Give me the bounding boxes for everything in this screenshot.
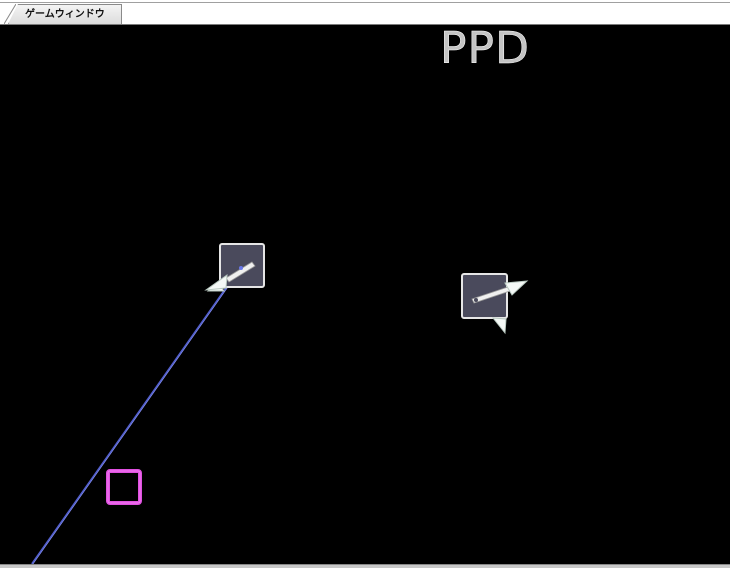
tab-bar: ゲームウィンドウ <box>0 0 730 25</box>
aim-beam <box>31 266 242 564</box>
game-window: ゲームウィンドウ PPD <box>0 0 730 568</box>
player-square <box>106 469 142 505</box>
window-bottom-border <box>0 564 730 568</box>
aim-beam-glow <box>32 266 243 564</box>
tab-game-window-label: ゲームウィンドウ <box>25 9 105 20</box>
tab-game-window[interactable]: ゲームウィンドウ <box>8 4 122 24</box>
arrow-block-right <box>461 273 529 335</box>
game-canvas[interactable]: PPD <box>0 25 730 564</box>
tab-bar-divider <box>0 2 730 3</box>
arrow-block-left <box>204 243 265 292</box>
game-scene <box>31 243 529 564</box>
